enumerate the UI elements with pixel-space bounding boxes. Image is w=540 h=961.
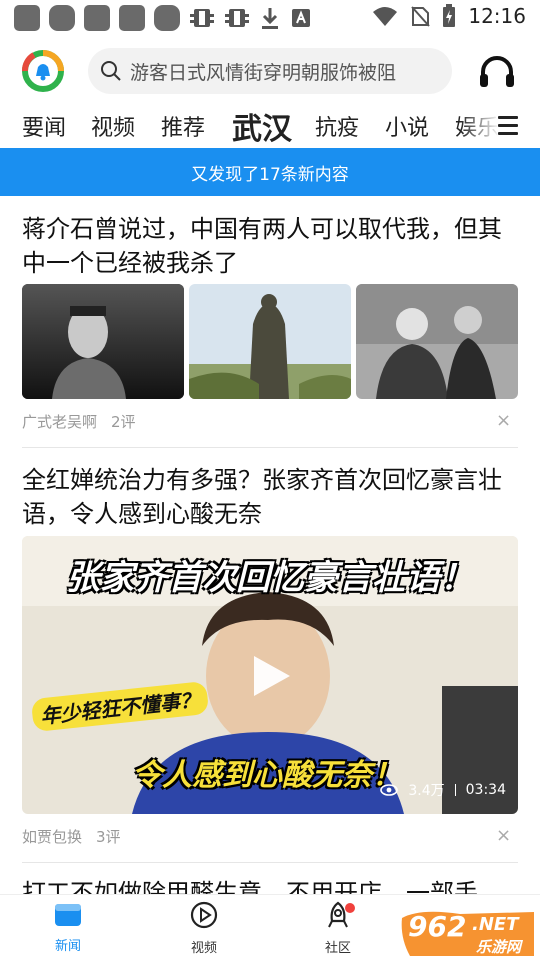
divider: [22, 447, 518, 448]
watermark-suffix: .NET: [472, 914, 519, 935]
article-thumbnail[interactable]: [356, 284, 518, 399]
nav-news-label: 新闻: [54, 939, 81, 954]
article-source: 如贾包换: [22, 828, 83, 846]
download-icon: [262, 8, 278, 29]
headphones-icon[interactable]: [478, 54, 516, 90]
nav-community-label: 社区: [324, 941, 351, 956]
video-caption-top: 张家齐首次回忆豪言壮语！: [66, 558, 474, 598]
search-input[interactable]: 游客日式风情街穿明朝服饰被阻: [88, 48, 452, 94]
app-notification-icon: [84, 5, 110, 31]
nav-video-label: 视频: [190, 941, 217, 956]
nav-community[interactable]: 社区: [298, 901, 378, 956]
article-title[interactable]: 蒋介石曾说过，中国有两人可以取代我，但其中一个已经被我杀了: [22, 212, 522, 280]
bug-icon: [225, 9, 249, 27]
dismiss-close-icon[interactable]: ×: [496, 410, 511, 431]
search-header: 游客日式风情街穿明朝服饰被阻: [0, 42, 540, 100]
app-notification-icon: [49, 5, 75, 31]
banner-text: 又发现了17条新内容: [191, 164, 349, 185]
video-caption-bottom: 令人感到心酸无奈！: [132, 758, 402, 793]
battery-charging-icon: [443, 4, 456, 27]
article-title[interactable]: 全红婵统治力有多强？张家齐首次回忆豪言壮语，令人感到心酸无奈: [22, 463, 522, 531]
tab-antiepidemic[interactable]: 抗疫: [315, 110, 359, 142]
article-source: 广式老吴啊: [22, 413, 98, 431]
system-icons: 12:16: [372, 4, 526, 28]
video-player[interactable]: 张家齐首次回忆豪言壮语！ 年少轻狂不懂事？ 令人感到心酸无奈！ 3.4万 03:…: [22, 536, 518, 814]
menu-icon[interactable]: [498, 116, 518, 135]
clock: 12:16: [468, 4, 526, 28]
article-thumbnail[interactable]: [189, 284, 351, 399]
site-watermark: 962 .NET 乐游网: [400, 908, 536, 958]
tab-video[interactable]: 视频: [91, 110, 135, 142]
watermark-number: 962: [408, 910, 467, 943]
view-count: 3.4万: [408, 783, 445, 799]
video-duration: 03:34: [465, 782, 506, 798]
nav-video[interactable]: 视频: [164, 901, 244, 956]
news-icon: [55, 904, 81, 926]
new-content-banner[interactable]: 又发现了17条新内容: [0, 148, 540, 196]
play-icon[interactable]: [248, 654, 292, 698]
article-meta: 广式老吴啊 2评: [22, 411, 136, 432]
search-placeholder: 游客日式风情街穿明朝服饰被阻: [130, 61, 397, 84]
article-meta: 如贾包换 3评: [22, 826, 121, 847]
eye-icon: [380, 784, 399, 796]
app-notification-icon: [14, 5, 40, 31]
tab-yaowen[interactable]: 要闻: [22, 110, 66, 142]
watermark-site: 乐游网: [476, 938, 522, 956]
tab-novel[interactable]: 小说: [385, 110, 429, 142]
app-notification-icon: [119, 5, 145, 31]
tab-recommend[interactable]: 推荐: [161, 110, 205, 142]
app-notification-icon: [154, 5, 180, 31]
article-image-row[interactable]: [22, 284, 518, 399]
play-circle-icon: [190, 901, 218, 929]
nav-news[interactable]: 新闻: [28, 901, 108, 954]
channel-tabs: 要闻 视频 推荐 武汉 抗疫 小说 娱乐: [0, 104, 540, 148]
wifi-icon: [373, 7, 398, 26]
tabs-fade: [460, 104, 500, 148]
search-icon: [101, 61, 121, 81]
status-bar: 12:16: [0, 0, 540, 36]
notification-icons: [14, 5, 312, 31]
comment-count: 3评: [96, 828, 121, 846]
tab-wuhan[interactable]: 武汉: [232, 104, 292, 148]
no-sim-icon: [411, 6, 431, 27]
text-a-icon: [292, 9, 310, 27]
bug-icon: [190, 9, 214, 27]
video-stats: 3.4万 03:34: [380, 780, 506, 800]
notification-dot: [345, 903, 355, 913]
app-logo-icon[interactable]: [22, 50, 64, 92]
comment-count: 2评: [111, 413, 136, 431]
divider: [22, 862, 518, 863]
article-thumbnail[interactable]: [22, 284, 184, 399]
stats-separator: [454, 784, 456, 796]
dismiss-close-icon[interactable]: ×: [496, 825, 511, 846]
